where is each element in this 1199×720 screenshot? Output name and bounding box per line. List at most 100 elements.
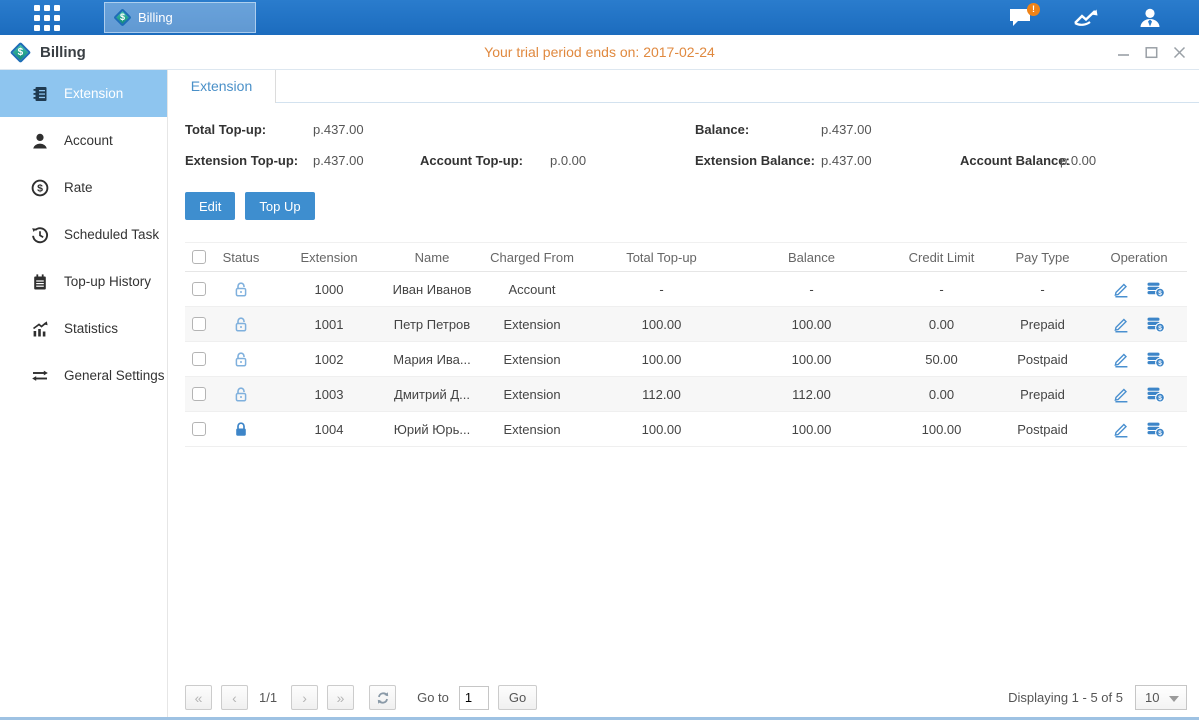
refresh-button[interactable] <box>369 685 396 710</box>
edit-icon <box>1113 316 1130 333</box>
sidebar-item-account[interactable]: Account <box>0 117 167 164</box>
resource-monitor-icon[interactable] <box>1073 8 1099 28</box>
column-header: Name <box>389 250 475 265</box>
row-checkbox[interactable] <box>192 352 206 366</box>
edit-row-button[interactable] <box>1113 421 1130 438</box>
pay-type-cell: - <box>994 282 1091 297</box>
row-checkbox-cell <box>185 282 213 296</box>
messages-icon[interactable]: ! <box>1009 8 1033 28</box>
go-button[interactable]: Go <box>498 685 537 710</box>
bar-chart-icon <box>31 320 49 338</box>
top-up-row-button[interactable]: $ <box>1146 386 1165 403</box>
sidebar-item-extension[interactable]: Extension <box>0 70 167 117</box>
status-unlocked-icon <box>233 351 249 368</box>
total-topup-cell: 100.00 <box>589 317 734 332</box>
row-checkbox[interactable] <box>192 387 206 401</box>
goto-label: Go to <box>417 690 449 705</box>
edit-row-button[interactable] <box>1113 351 1130 368</box>
svg-text:$: $ <box>37 182 43 194</box>
extension-balance-value: p.437.00 <box>821 153 960 168</box>
sidebar-item-general-settings[interactable]: General Settings <box>0 352 167 399</box>
column-header: Pay Type <box>994 250 1091 265</box>
sidebar-item-topup-history[interactable]: Top-up History <box>0 258 167 305</box>
next-page-button[interactable]: › <box>291 685 318 710</box>
billing-app-icon: $ <box>113 8 131 26</box>
app-grid-icon[interactable] <box>34 5 60 31</box>
column-header: Status <box>213 250 269 265</box>
select-all-checkbox[interactable] <box>192 250 206 264</box>
name-cell: Мария Ива... <box>389 352 475 367</box>
credit-limit-cell: - <box>889 282 994 297</box>
status-cell <box>213 316 269 333</box>
row-checkbox[interactable] <box>192 282 206 296</box>
extension-cell: 1001 <box>269 317 389 332</box>
top-up-row-button[interactable]: $ <box>1146 351 1165 368</box>
credit-limit-cell: 0.00 <box>889 387 994 402</box>
last-page-button[interactable]: » <box>327 685 354 710</box>
table-row[interactable]: 1000Иван ИвановAccount----$ <box>185 272 1187 307</box>
header-checkbox-cell <box>185 250 213 264</box>
operation-cell: $ <box>1091 386 1187 403</box>
tab-extension[interactable]: Extension <box>168 70 276 103</box>
column-header: Total Top-up <box>589 250 734 265</box>
sliders-icon <box>31 367 49 385</box>
table-row[interactable]: 1001Петр ПетровExtension100.00100.000.00… <box>185 307 1187 342</box>
extension-balance-label: Extension Balance: <box>695 153 821 168</box>
edit-button[interactable]: Edit <box>185 192 235 220</box>
status-unlocked-icon <box>233 316 249 333</box>
sidebar-item-statistics[interactable]: Statistics <box>0 305 167 352</box>
charged-from-cell: Extension <box>475 387 589 402</box>
credit-limit-cell: 100.00 <box>889 422 994 437</box>
page-size-value: 10 <box>1145 690 1159 705</box>
first-page-button[interactable]: « <box>185 685 212 710</box>
charged-from-cell: Extension <box>475 422 589 437</box>
row-checkbox[interactable] <box>192 317 206 331</box>
row-checkbox[interactable] <box>192 422 206 436</box>
pay-type-cell: Postpaid <box>994 352 1091 367</box>
operation-cell: $ <box>1091 281 1187 298</box>
prev-page-button[interactable]: ‹ <box>221 685 248 710</box>
extension-cell: 1002 <box>269 352 389 367</box>
pagination-bar: « ‹ 1/1 › » Go to Go Displaying 1 - 5 of… <box>185 685 1187 710</box>
edit-row-button[interactable] <box>1113 386 1130 403</box>
billing-task-tab[interactable]: $ Billing <box>104 2 256 33</box>
credit-limit-cell: 50.00 <box>889 352 994 367</box>
tab-strip: Extension <box>168 70 1199 103</box>
row-checkbox-cell <box>185 317 213 331</box>
top-up-button[interactable]: Top Up <box>245 192 314 220</box>
extension-cell: 1000 <box>269 282 389 297</box>
top-up-row-button[interactable]: $ <box>1146 316 1165 333</box>
sidebar-item-label: General Settings <box>64 368 165 383</box>
operation-cell: $ <box>1091 316 1187 333</box>
goto-page-input[interactable] <box>459 686 489 710</box>
operation-cell: $ <box>1091 421 1187 438</box>
minimize-icon[interactable] <box>1115 44 1131 60</box>
edit-icon <box>1113 281 1130 298</box>
person-icon <box>31 132 49 150</box>
charged-from-cell: Extension <box>475 352 589 367</box>
balance-cell: 112.00 <box>734 387 889 402</box>
table-row[interactable]: 1004Юрий Юрь...Extension100.00100.00100.… <box>185 412 1187 447</box>
name-cell: Иван Иванов <box>389 282 475 297</box>
sidebar-item-rate[interactable]: $ Rate <box>0 164 167 211</box>
sidebar-item-scheduled-task[interactable]: Scheduled Task <box>0 211 167 258</box>
total-topup-value: p.437.00 <box>313 122 695 137</box>
edit-row-button[interactable] <box>1113 281 1130 298</box>
name-cell: Дмитрий Д... <box>389 387 475 402</box>
main-panel: Extension Total Top-up: p.437.00 Balance… <box>168 70 1199 720</box>
close-icon[interactable] <box>1171 44 1187 60</box>
top-up-row-button[interactable]: $ <box>1146 421 1165 438</box>
page-size-dropdown[interactable]: 10 <box>1135 685 1187 710</box>
status-cell <box>213 281 269 298</box>
edit-row-button[interactable] <box>1113 316 1130 333</box>
maximize-icon[interactable] <box>1143 44 1159 60</box>
status-unlocked-icon <box>233 386 249 403</box>
top-up-row-button[interactable]: $ <box>1146 281 1165 298</box>
extension-topup-value: p.437.00 <box>313 153 420 168</box>
table-row[interactable]: 1003Дмитрий Д...Extension112.00112.000.0… <box>185 377 1187 412</box>
edit-icon <box>1113 351 1130 368</box>
table-row[interactable]: 1002Мария Ива...Extension100.00100.0050.… <box>185 342 1187 377</box>
window-title: Billing <box>40 44 86 61</box>
user-account-icon[interactable] <box>1139 8 1161 28</box>
column-header: Credit Limit <box>889 250 994 265</box>
